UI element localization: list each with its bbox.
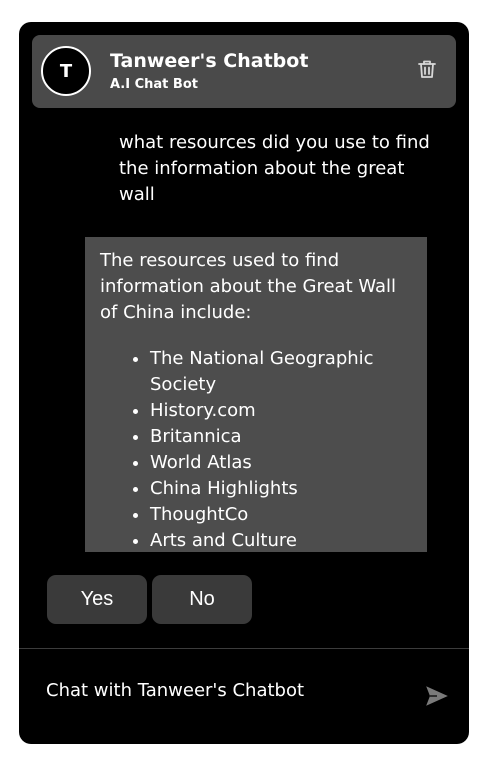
no-button[interactable]: No [152,575,252,624]
list-item: History.com [150,398,413,424]
divider [19,648,469,649]
list-item: World Atlas [150,450,413,476]
chat-input[interactable]: Chat with Tanweer's Chatbot [46,680,386,701]
list-item: The National Geographic Society [150,346,413,398]
trash-icon[interactable] [415,57,439,81]
chat-widget: T Tanweer's Chatbot A.I Chat Bot what re… [19,22,469,744]
chat-header: T Tanweer's Chatbot A.I Chat Bot [32,35,456,108]
list-item: ThoughtCo [150,502,413,528]
list-item: Arts and Culture [150,528,413,552]
bot-message-intro: The resources used to find information a… [100,250,397,323]
resource-list: The National Geographic Society History.… [100,346,413,552]
list-item: Britannica [150,424,413,450]
chat-title: Tanweer's Chatbot [110,50,309,72]
avatar: T [41,46,91,96]
list-item: China Highlights [150,476,413,502]
yes-button[interactable]: Yes [47,575,147,624]
bot-message: The resources used to find information a… [85,237,427,552]
chat-subtitle: A.I Chat Bot [110,77,198,92]
send-icon[interactable] [424,683,450,709]
user-message: what resources did you use to find the i… [119,132,430,205]
